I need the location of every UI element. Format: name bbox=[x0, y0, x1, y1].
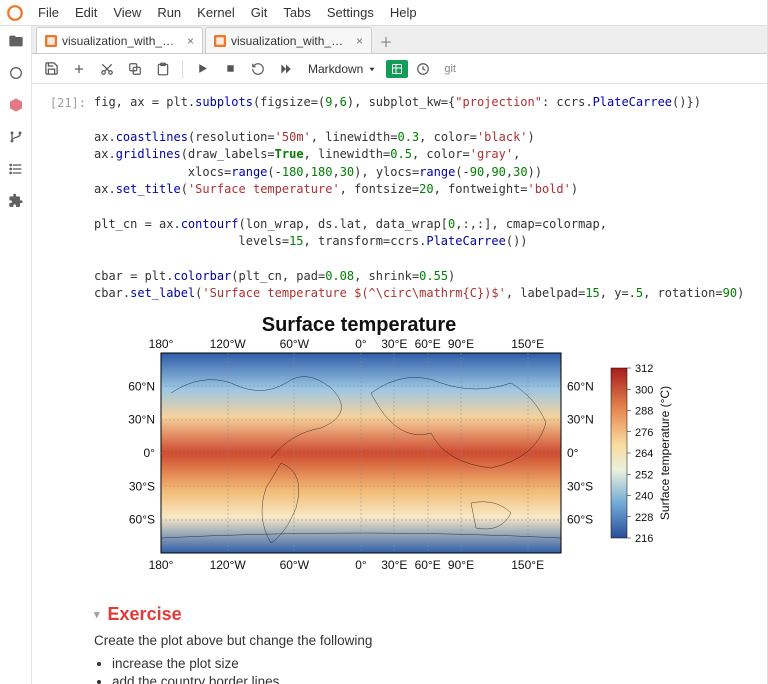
menu-edit[interactable]: Edit bbox=[67, 2, 105, 23]
extensions-cube-icon[interactable] bbox=[7, 96, 25, 114]
menu-run[interactable]: Run bbox=[149, 2, 189, 23]
svg-text:120°W: 120°W bbox=[209, 558, 246, 572]
svg-text:30°E: 30°E bbox=[381, 558, 407, 572]
code-content: fig, ax = plt.subplots(figsize=(9,6), su… bbox=[94, 94, 753, 303]
run-button[interactable] bbox=[189, 57, 215, 81]
notebook-area[interactable]: [21]: fig, ax = plt.subplots(figsize=(9,… bbox=[32, 84, 767, 684]
menu-git[interactable]: Git bbox=[243, 2, 276, 23]
svg-text:180°: 180° bbox=[148, 337, 173, 351]
exercise-list: increase the plot size add the country b… bbox=[112, 656, 753, 684]
restart-button[interactable] bbox=[245, 57, 271, 81]
puzzle-icon[interactable] bbox=[7, 192, 25, 210]
svg-text:0°: 0° bbox=[567, 446, 579, 460]
heading-text: Exercise bbox=[108, 604, 182, 625]
run-all-button[interactable] bbox=[273, 57, 299, 81]
doc-tab-label: visualization_with_Matplotl bbox=[231, 34, 351, 48]
copy-button[interactable] bbox=[122, 57, 148, 81]
doc-tab-label: visualization_with_Matplotl bbox=[62, 34, 182, 48]
code-cell[interactable]: [21]: fig, ax = plt.subplots(figsize=(9,… bbox=[38, 94, 753, 303]
render-button[interactable] bbox=[386, 60, 408, 78]
svg-text:300: 300 bbox=[635, 384, 653, 396]
toolbar-separator bbox=[182, 60, 183, 78]
svg-text:0°: 0° bbox=[355, 558, 367, 572]
notebook-icon bbox=[214, 35, 226, 47]
svg-text:Surface temperature (°C): Surface temperature (°C) bbox=[658, 386, 672, 520]
celltype-label: Markdown bbox=[308, 62, 363, 76]
svg-text:60°N: 60°N bbox=[567, 379, 594, 393]
svg-text:60°W: 60°W bbox=[279, 337, 309, 351]
doc-tab-active[interactable]: visualization_with_Matplotl × bbox=[36, 27, 203, 53]
surface-temperature-chart: Surface temperature bbox=[101, 313, 691, 586]
celltype-dropdown[interactable]: Markdown bbox=[301, 57, 384, 81]
exercise-heading: ▾ Exercise bbox=[94, 604, 753, 625]
list-item: add the country border lines bbox=[112, 674, 753, 684]
svg-text:60°S: 60°S bbox=[128, 512, 154, 526]
insert-cell-button[interactable] bbox=[66, 57, 92, 81]
svg-text:312: 312 bbox=[635, 363, 653, 375]
exercise-intro: Create the plot above but change the fol… bbox=[94, 633, 753, 648]
svg-text:180°: 180° bbox=[148, 558, 173, 572]
svg-text:60°N: 60°N bbox=[128, 379, 155, 393]
svg-text:240: 240 bbox=[635, 490, 653, 502]
notebook-toolbar: Markdown git bbox=[32, 54, 767, 84]
svg-text:264: 264 bbox=[635, 448, 653, 460]
svg-text:30°S: 30°S bbox=[567, 479, 593, 493]
svg-text:60°E: 60°E bbox=[414, 558, 440, 572]
svg-text:90°E: 90°E bbox=[447, 337, 473, 351]
doc-tab[interactable]: visualization_with_Matplotl × bbox=[205, 27, 372, 53]
save-button[interactable] bbox=[38, 57, 64, 81]
activity-bar bbox=[0, 26, 32, 684]
svg-text:60°S: 60°S bbox=[567, 512, 593, 526]
output-figure: Surface temperature bbox=[38, 313, 753, 586]
svg-text:60°W: 60°W bbox=[279, 558, 309, 572]
toc-list-icon[interactable] bbox=[7, 160, 25, 178]
close-icon[interactable]: × bbox=[356, 34, 363, 48]
menu-file[interactable]: File bbox=[30, 2, 67, 23]
svg-text:30°S: 30°S bbox=[128, 479, 154, 493]
menubar: File Edit View Run Kernel Git Tabs Setti… bbox=[0, 0, 767, 26]
cell-prompt: [21]: bbox=[38, 94, 94, 303]
svg-text:0°: 0° bbox=[143, 446, 155, 460]
svg-text:30°N: 30°N bbox=[567, 412, 594, 426]
menu-settings[interactable]: Settings bbox=[319, 2, 382, 23]
menu-tabs[interactable]: Tabs bbox=[275, 2, 318, 23]
svg-text:30°E: 30°E bbox=[381, 337, 407, 351]
svg-text:120°W: 120°W bbox=[209, 337, 246, 351]
markdown-cell-exercise[interactable]: ▾ Exercise Create the plot above but cha… bbox=[38, 604, 753, 684]
menu-kernel[interactable]: Kernel bbox=[189, 2, 243, 23]
svg-text:0°: 0° bbox=[355, 337, 367, 351]
paste-button[interactable] bbox=[150, 57, 176, 81]
clock-icon[interactable] bbox=[410, 57, 436, 81]
jupyter-logo-icon bbox=[6, 4, 24, 22]
document-tabs: visualization_with_Matplotl × visualizat… bbox=[32, 26, 767, 54]
svg-text:276: 276 bbox=[635, 426, 653, 438]
svg-text:228: 228 bbox=[635, 511, 653, 523]
svg-text:150°E: 150°E bbox=[511, 558, 544, 572]
svg-text:90°E: 90°E bbox=[447, 558, 473, 572]
chart-title: Surface temperature bbox=[261, 314, 456, 336]
menu-help[interactable]: Help bbox=[382, 2, 425, 23]
svg-text:216: 216 bbox=[635, 533, 653, 545]
git-status-label: git bbox=[444, 63, 456, 75]
cut-button[interactable] bbox=[94, 57, 120, 81]
notebook-icon bbox=[45, 35, 57, 47]
git-branch-icon[interactable] bbox=[7, 128, 25, 146]
collapse-triangle-icon[interactable]: ▾ bbox=[94, 608, 100, 621]
folder-icon[interactable] bbox=[7, 32, 25, 50]
menu-view[interactable]: View bbox=[105, 2, 149, 23]
svg-text:150°E: 150°E bbox=[511, 337, 544, 351]
close-icon[interactable]: × bbox=[187, 34, 194, 48]
svg-text:288: 288 bbox=[635, 405, 653, 417]
svg-text:60°E: 60°E bbox=[414, 337, 440, 351]
svg-text:252: 252 bbox=[635, 469, 653, 481]
chevron-down-icon bbox=[367, 64, 377, 74]
svg-text:30°N: 30°N bbox=[128, 412, 155, 426]
running-kernels-icon[interactable] bbox=[7, 64, 25, 82]
new-tab-button[interactable]: ＋ bbox=[374, 29, 398, 53]
stop-button[interactable] bbox=[217, 57, 243, 81]
list-item: increase the plot size bbox=[112, 656, 753, 671]
